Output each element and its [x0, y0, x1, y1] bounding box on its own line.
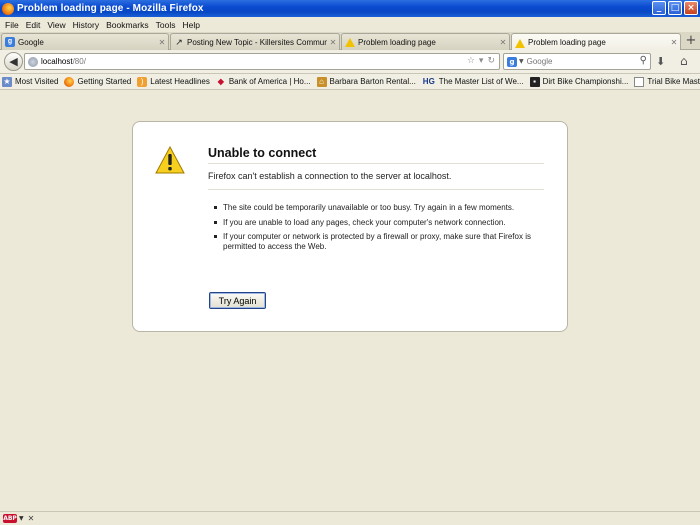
bookmarks-toolbar: ★ Most Visited Getting Started ) Latest … [0, 74, 700, 90]
bookmark-label: Barbara Barton Rental... [329, 77, 416, 86]
site-identity-icon[interactable] [28, 56, 38, 67]
bookmark-dirt-bike[interactable]: ▪ Dirt Bike Championshi... [529, 76, 629, 87]
window-controls: _ □ × [652, 1, 698, 15]
page-icon [634, 76, 645, 87]
search-engine-dropdown-icon[interactable]: ▼ [519, 58, 524, 65]
url-path: /80/ [72, 57, 86, 66]
addon-bar-close-icon[interactable]: ✕ [28, 514, 35, 523]
maximize-button[interactable]: □ [668, 1, 682, 15]
tab-close-icon[interactable]: ✕ [156, 38, 168, 47]
addon-dropdown-icon[interactable]: ▼ [19, 515, 24, 522]
title-bar: Problem loading page - Mozilla Firefox _… [0, 0, 700, 17]
dirt-bike-icon: ▪ [529, 76, 540, 87]
error-page-container: Unable to connect Firefox can't establis… [132, 121, 568, 332]
menu-view[interactable]: View [44, 20, 69, 30]
bookmark-bank-of-america[interactable]: ◆ Bank of America | Ho... [216, 77, 311, 87]
status-bar: ABP ▼ ✕ [0, 511, 700, 525]
bookmark-latest-headlines[interactable]: ) Latest Headlines [137, 76, 210, 87]
url-host: localhost [41, 57, 73, 66]
bookmark-trial-bike-master[interactable]: Trial Bike Master [634, 76, 700, 87]
tab-label: Problem loading page [528, 38, 606, 47]
bookmark-label: The Master List of We... [438, 77, 524, 86]
window-title: Problem loading page - Mozilla Firefox [17, 3, 204, 14]
menu-tools[interactable]: Tools [153, 20, 180, 30]
rss-icon: ) [137, 76, 148, 87]
menu-history[interactable]: History [70, 20, 103, 30]
bookmark-getting-started[interactable]: Getting Started [64, 76, 132, 87]
adblock-plus-icon[interactable]: ABP [3, 514, 17, 523]
new-tab-button[interactable]: + [684, 33, 698, 49]
menu-edit[interactable]: Edit [23, 20, 45, 30]
warning-icon [345, 37, 355, 47]
tab-strip: g Google ✕ ↗ Posting New Topic - Killers… [0, 32, 700, 51]
downloads-icon[interactable]: ⬇ [656, 55, 665, 68]
list-item: The site could be temporarily unavailabl… [213, 203, 533, 213]
bookmark-label: Trial Bike Master [647, 77, 700, 86]
tab-label: Posting New Topic - Killersites Communit… [187, 37, 327, 47]
warning-icon [515, 38, 525, 48]
tab-label: Google [18, 37, 44, 47]
menu-help[interactable]: Help [179, 20, 203, 30]
tab-label: Problem loading page [358, 37, 436, 47]
bookmark-label: Bank of America | Ho... [228, 77, 311, 86]
hook-icon: ↗ [175, 37, 183, 47]
tab-close-icon[interactable]: ✕ [668, 38, 680, 47]
search-magnifier-icon[interactable]: ⚲ [640, 55, 647, 66]
url-text[interactable]: localhost/80/ [41, 57, 86, 66]
page-content: Unable to connect Firefox can't establis… [0, 91, 700, 511]
home-icon[interactable]: ⌂ [680, 54, 688, 68]
list-item: If you are unable to load any pages, che… [213, 218, 533, 228]
tab-close-icon[interactable]: ✕ [497, 38, 509, 47]
history-dropdown-icon[interactable]: ▾ [479, 56, 484, 66]
error-title: Unable to connect [208, 146, 544, 164]
url-bar-icons: ☆ ▾ ↻ [467, 56, 495, 66]
menu-bar: File Edit View History Bookmarks Tools H… [0, 17, 700, 32]
warning-icon [155, 146, 185, 174]
google-icon: g [5, 37, 15, 47]
firefox-logo-icon [2, 2, 14, 15]
list-item: If your computer or network is protected… [213, 232, 533, 251]
tab-google[interactable]: g Google ✕ [1, 33, 169, 50]
bookmark-label: Getting Started [77, 77, 132, 86]
most-visited-icon: ★ [2, 76, 12, 87]
bank-of-america-icon: ◆ [217, 76, 224, 86]
tab-problem-loading-active[interactable]: Problem loading page ✕ [511, 33, 681, 51]
tab-problem-loading-1[interactable]: Problem loading page ✕ [341, 33, 510, 50]
error-description: Firefox can't establish a connection to … [208, 171, 544, 190]
tab-close-icon[interactable]: ✕ [327, 38, 339, 47]
menu-bookmarks[interactable]: Bookmarks [103, 20, 153, 30]
back-button[interactable]: ◀ [4, 52, 23, 71]
hg-icon: HG [422, 76, 435, 86]
search-bar[interactable]: g ▼ ⚲ [503, 53, 651, 70]
tab-killersites[interactable]: ↗ Posting New Topic - Killersites Commun… [170, 33, 340, 50]
bookmark-master-list[interactable]: HG The Master List of We... [422, 77, 524, 87]
bookmark-label: Most Visited [15, 77, 59, 86]
minimize-button[interactable]: _ [652, 1, 666, 15]
search-input[interactable] [526, 57, 637, 66]
bookmark-label: Dirt Bike Championshi... [542, 77, 629, 86]
bookmark-label: Latest Headlines [150, 77, 210, 86]
menu-file[interactable]: File [2, 20, 23, 30]
error-suggestions-list: The site could be temporarily unavailabl… [213, 203, 533, 256]
url-bar[interactable]: localhost/80/ ☆ ▾ ↻ [24, 53, 500, 70]
house-icon: ⌂ [316, 76, 327, 87]
try-again-button[interactable]: Try Again [209, 292, 266, 309]
firefox-icon [64, 76, 75, 87]
close-button[interactable]: × [684, 1, 698, 15]
google-search-engine-icon[interactable]: g [507, 56, 517, 67]
bookmark-barbara-barton[interactable]: ⌂ Barbara Barton Rental... [316, 76, 416, 87]
reload-icon[interactable]: ↻ [487, 56, 495, 66]
navigation-bar: ◀ localhost/80/ ☆ ▾ ↻ g ▼ ⚲ ⬇ ⌂ [0, 50, 700, 74]
bookmark-star-icon[interactable]: ☆ [467, 56, 475, 66]
bookmark-most-visited[interactable]: ★ Most Visited [2, 76, 59, 87]
